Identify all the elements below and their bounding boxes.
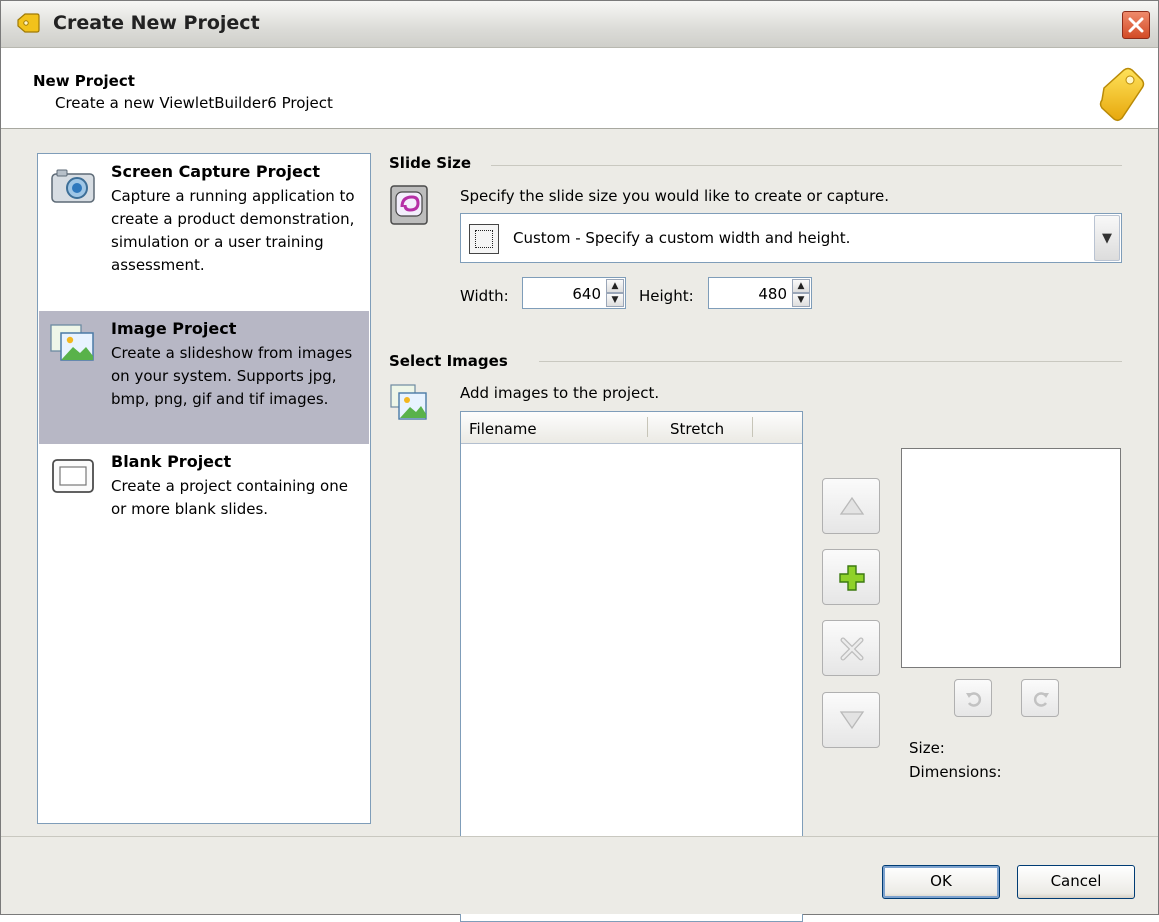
- cancel-button[interactable]: Cancel: [1017, 865, 1135, 899]
- arrow-down-icon: [839, 711, 865, 730]
- rotate-right-button[interactable]: [1021, 679, 1059, 717]
- images-icon: [50, 324, 94, 361]
- slide-size-instruction: Specify the slide size you would like to…: [460, 187, 889, 205]
- project-type-description: Create a slideshow from images on your s…: [111, 344, 353, 408]
- height-label: Height:: [639, 287, 694, 305]
- slide-size-icon: [390, 185, 428, 225]
- project-type-image[interactable]: Image Project Create a slideshow from im…: [39, 311, 369, 444]
- project-type-title: Image Project: [111, 319, 237, 338]
- ok-button[interactable]: OK: [882, 865, 1000, 899]
- remove-icon: [840, 637, 864, 661]
- project-type-list: Screen Capture Project Capture a running…: [37, 153, 371, 824]
- images-icon: [390, 384, 427, 420]
- select-images-label: Select Images: [389, 352, 508, 370]
- column-divider[interactable]: [752, 417, 753, 437]
- window-title: Create New Project: [53, 12, 260, 34]
- add-image-button[interactable]: [822, 549, 880, 605]
- close-icon: [1128, 17, 1144, 33]
- image-size-label: Size:: [909, 739, 945, 757]
- project-type-title: Screen Capture Project: [111, 162, 320, 181]
- rotate-right-icon: [1033, 692, 1049, 707]
- section-divider: [491, 165, 1122, 166]
- image-preview: [901, 448, 1121, 668]
- width-stepper[interactable]: ▲ ▼: [522, 277, 626, 309]
- rotate-left-button[interactable]: [954, 679, 992, 717]
- remove-image-button[interactable]: [822, 620, 880, 676]
- arrow-up-icon: [839, 496, 865, 515]
- height-input[interactable]: [711, 284, 789, 304]
- header-title: New Project: [33, 72, 135, 90]
- project-type-title: Blank Project: [111, 452, 232, 471]
- width-decrement-button[interactable]: ▼: [606, 293, 624, 307]
- width-label: Width:: [460, 287, 509, 305]
- width-input[interactable]: [525, 284, 603, 304]
- add-icon: [839, 565, 865, 591]
- table-header: Filename Stretch: [461, 412, 802, 444]
- dialog-footer: OK Cancel: [1, 837, 1158, 914]
- width-increment-button[interactable]: ▲: [606, 279, 624, 293]
- section-divider: [539, 361, 1122, 362]
- project-type-description: Capture a running application to create …: [111, 187, 355, 274]
- slide-size-selected: Custom - Specify a custom width and heig…: [513, 229, 851, 247]
- column-header-filename[interactable]: Filename: [469, 420, 537, 438]
- tag-icon: [1099, 67, 1145, 122]
- close-button[interactable]: [1122, 11, 1150, 39]
- move-down-button[interactable]: [822, 692, 880, 748]
- project-type-screen-capture[interactable]: Screen Capture Project Capture a running…: [39, 154, 369, 311]
- custom-size-icon: [469, 224, 499, 254]
- app-tag-icon: [17, 13, 40, 33]
- chevron-down-icon[interactable]: ▼: [1094, 215, 1120, 261]
- slide-size-label: Slide Size: [389, 154, 472, 172]
- title-bar[interactable]: Create New Project: [1, 1, 1158, 48]
- height-decrement-button[interactable]: ▼: [792, 293, 810, 307]
- rotate-left-icon: [966, 692, 982, 707]
- select-images-instruction: Add images to the project.: [460, 384, 660, 402]
- project-type-blank[interactable]: Blank Project Create a project containin…: [39, 444, 369, 524]
- dialog-body: Screen Capture Project Capture a running…: [1, 129, 1158, 922]
- create-new-project-dialog: Create New Project New Project Create a …: [0, 0, 1159, 922]
- slide-size-dropdown[interactable]: Custom - Specify a custom width and heig…: [460, 213, 1122, 263]
- dialog-header: New Project Create a new ViewletBuilder6…: [1, 48, 1158, 129]
- project-type-description: Create a project containing one or more …: [111, 477, 348, 518]
- blank-slide-icon: [52, 459, 94, 493]
- height-increment-button[interactable]: ▲: [792, 279, 810, 293]
- column-divider[interactable]: [647, 417, 648, 437]
- column-header-stretch[interactable]: Stretch: [670, 420, 724, 438]
- move-up-button[interactable]: [822, 478, 880, 534]
- image-dimensions-label: Dimensions:: [909, 763, 1002, 781]
- height-stepper[interactable]: ▲ ▼: [708, 277, 812, 309]
- header-subtitle: Create a new ViewletBuilder6 Project: [55, 94, 333, 112]
- camera-icon: [51, 169, 95, 203]
